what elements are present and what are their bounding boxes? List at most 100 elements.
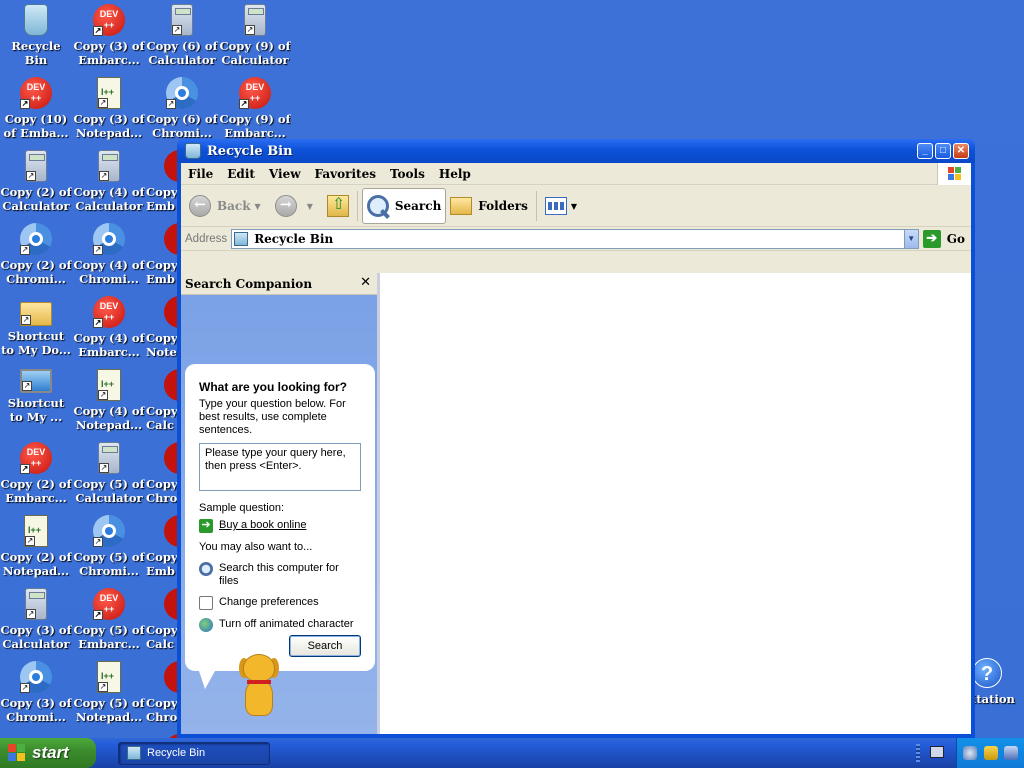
forward-arrow-icon: → [274,194,297,217]
toolbar-grip[interactable] [916,744,920,762]
desktop-icon[interactable]: ↗ Copy (3) of Chromi... [0,659,72,729]
desktop-icon-label: Copy (6) of [146,39,218,53]
search-button[interactable]: Search [361,187,447,224]
chevron-down-icon[interactable]: ▼ [307,201,313,211]
desktop-icon-label: Chromi... [6,710,66,724]
back-arrow-icon: ← [189,194,211,217]
query-input[interactable]: Please type your query here, then press … [199,443,361,491]
desktop-icon-partial[interactable]: Copy Calc [146,586,178,656]
security-shield-icon[interactable] [983,746,998,760]
calculator-icon: ↗ [244,4,266,36]
companion-header: Search Companion ✕ [181,273,377,295]
desktop-icon-label: Embarc... [78,637,140,651]
desktop-icon-label: Calculator [2,637,70,651]
close-button[interactable]: ✕ [953,143,969,159]
menu-tools[interactable]: Tools [383,167,432,181]
desktop-icon-partial[interactable]: Copy Calc [146,367,178,437]
desktop-icon[interactable]: ↗ Copy (3) ofNotepad... [73,75,145,145]
desktop-icon-partial[interactable]: Copy Chro [146,440,178,510]
menu-file[interactable]: File [181,167,220,181]
menu-edit[interactable]: Edit [220,167,262,181]
desktop-icon-partial[interactable]: CopyEmb [146,221,178,291]
shortcut-arrow-icon: ↗ [98,98,108,108]
address-dropdown-button[interactable]: ▼ [903,229,918,248]
option-turn-off-character[interactable]: Turn off animated character [199,618,361,632]
forward-button[interactable]: → ▼ [271,188,323,224]
chevron-down-icon[interactable]: ▼ [255,201,261,211]
keyboard-icon[interactable] [930,746,944,758]
folders-button[interactable]: Folders [446,188,532,224]
desktop-icon-partial[interactable]: Copy Chro [146,659,178,729]
companion-question: What are you looking for? [199,380,348,394]
go-button[interactable]: ➔ Go [922,229,965,248]
desktop-icon[interactable]: ↗ Copy (6) of Calculator [146,2,218,72]
title-bar[interactable]: Recycle Bin _ □ ✕ [177,139,975,163]
back-button[interactable]: ← Back ▼ [185,188,271,224]
menu-favorites[interactable]: Favorites [308,167,383,181]
windows-logo-icon [937,163,971,185]
menu-view[interactable]: View [262,167,308,181]
desktop-icon-partial[interactable]: CopyEmb [146,148,178,218]
close-icon[interactable]: ✕ [360,275,371,290]
desktop-icon[interactable]: Recycle Bin [0,2,72,72]
menu-help[interactable]: Help [432,167,478,181]
desktop-icon[interactable]: DEV ++ ↗ Copy (10) of Emba... [0,75,72,145]
desktop-icon[interactable]: ↗ Copy (4) of Chromi... [73,221,145,291]
desktop-icon[interactable]: DEV ++ ↗ Copy (4) of Embarc... [73,294,145,364]
dev-cpp-icon: DEV ++ ↗ [93,296,125,328]
up-button[interactable] [323,188,353,224]
views-button[interactable]: ▼ [541,188,587,224]
network-icon[interactable] [963,746,978,760]
desktop-icon[interactable]: ↗ Copy (4) of Calculator [73,148,145,218]
desktop-icon[interactable]: ↗ Shortcut to My Do... [0,294,72,364]
shortcut-arrow-icon: ↗ [239,99,249,109]
calculator-icon: ↗ [98,150,120,182]
sample-question-link[interactable]: Buy a book online [219,519,306,532]
desktop-icon[interactable]: ↗ Copy (2) ofNotepad... [0,513,72,583]
address-input[interactable]: Recycle Bin ▼ [231,228,919,249]
file-list-area[interactable] [380,273,971,734]
desktop-icon[interactable]: DEV ++ ↗ Copy (5) of Embarc... [73,586,145,656]
chromium-icon: ↗ [20,661,52,693]
desktop-icon[interactable]: ↗ Shortcut to My ... [0,367,72,437]
desktop-icon[interactable]: ↗ Copy (5) of Chromi... [73,513,145,583]
desktop-icon[interactable]: ↗ Copy (4) ofNotepad... [73,367,145,437]
desktop-icon-partial[interactable]: CopyEmb [146,513,178,583]
maximize-button[interactable]: □ [935,143,951,159]
desktop-icon-label: Copy [146,696,178,710]
companion-search-button[interactable]: Search [289,635,361,657]
sample-question-item[interactable]: ➔ Buy a book online [199,519,361,533]
desktop-icon[interactable]: ↗ Copy (9) of Calculator [219,2,291,72]
volume-icon[interactable] [1003,746,1018,760]
desktop-icon[interactable]: ↗ Copy (6) of Chromi... [146,75,218,145]
desktop-icon-label: Notepad... [75,418,143,432]
also-label: You may also want to... [199,541,313,553]
option-change-preferences[interactable]: Change preferences [199,596,361,610]
desktop-icon-label: Emb [146,199,175,213]
desktop-icon[interactable]: DEV ++ ↗ Copy (9) of Embarc... [219,75,291,145]
help-icon: ? [972,658,1002,688]
search-dog-character[interactable] [233,654,285,724]
calculator-icon: ↗ [25,588,47,620]
desktop-icon[interactable]: ↗ Copy (5) ofNotepad... [73,659,145,729]
desktop-icon[interactable]: ↗ Copy (2) of Calculator [0,148,72,218]
option-search-files[interactable]: Search this computer for files [199,562,361,588]
app-icon [164,588,178,620]
minimize-button[interactable]: _ [917,143,933,159]
taskbar-button-recycle-bin[interactable]: Recycle Bin [118,741,270,765]
address-value: Recycle Bin [254,231,334,246]
start-button[interactable]: start [0,738,96,768]
search-icon [366,194,389,217]
desktop-icon[interactable]: ↗ Copy (3) of Calculator [0,586,72,656]
dev-cpp-icon: DEV ++ ↗ [20,442,52,474]
desktop-icon-partial[interactable]: Copy Note [146,294,178,364]
option-label: Turn off animated character [219,618,354,630]
start-label: start [32,743,69,762]
desktop-icon-help[interactable]: ? itation [968,656,1024,716]
desktop-icon-label: Copy (5) of [73,550,145,564]
desktop-icon[interactable]: ↗ Copy (2) of Chromi... [0,221,72,291]
desktop-icon[interactable]: ↗ Copy (5) of Calculator [73,440,145,510]
desktop-icon[interactable]: DEV ++ ↗ Copy (3) of Embarc... [73,2,145,72]
desktop-icon[interactable]: DEV ++ ↗ Copy (2) of Embarc... [0,440,72,510]
desktop-icon-label: Shortcut [7,396,65,410]
